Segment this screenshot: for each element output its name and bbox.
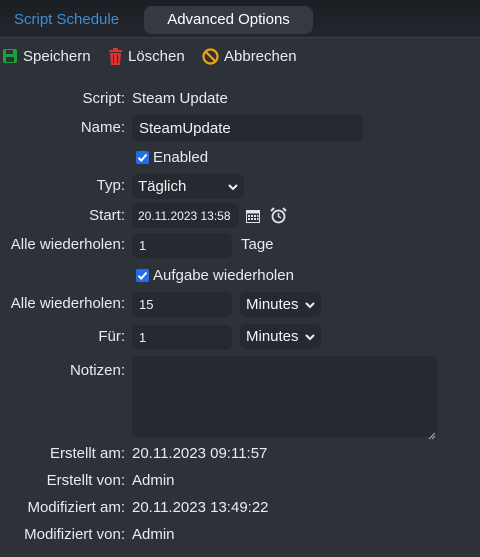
row-repeat-interval: Alle wiederholen: Minutes xyxy=(0,291,480,317)
tab-script-schedule[interactable]: Script Schedule xyxy=(2,6,131,34)
row-script: Script: Steam Update xyxy=(0,86,480,112)
type-label: Typ: xyxy=(96,177,125,194)
row-name: Name: xyxy=(0,115,480,141)
row-created-by: Erstellt von: Admin xyxy=(0,468,480,494)
row-repeat-task: Aufgabe wiederholen xyxy=(0,262,480,288)
cancel-label: Abbrechen xyxy=(224,47,297,65)
repeat-interval-unit-select[interactable]: Minutes xyxy=(240,292,321,317)
row-modified-at: Modifiziert am: 20.11.2023 13:49:22 xyxy=(0,495,480,521)
row-created-at: Erstellt am: 20.11.2023 09:11:57 xyxy=(0,441,480,467)
name-input[interactable] xyxy=(132,115,363,141)
chevron-down-icon xyxy=(305,296,315,313)
created-at-label: Erstellt am: xyxy=(49,445,125,462)
ban-icon xyxy=(202,47,219,65)
repeat-every-label: Alle wiederholen: xyxy=(10,236,125,253)
start-label: Start: xyxy=(89,207,125,224)
row-enabled: Enabled xyxy=(0,144,480,170)
duration-unit-select[interactable]: Minutes xyxy=(240,324,321,349)
row-modified-by: Modifiziert von: Admin xyxy=(0,522,480,548)
delete-button[interactable]: Löschen xyxy=(108,42,185,70)
repeat-every-input[interactable] xyxy=(132,233,232,258)
modified-at-value: 20.11.2023 13:49:22 xyxy=(132,499,269,516)
row-duration: Für: Minutes xyxy=(0,324,480,350)
trash-icon xyxy=(108,47,123,65)
enabled-checkbox[interactable] xyxy=(136,150,149,164)
row-type: Typ: Täglich xyxy=(0,173,480,199)
save-icon xyxy=(2,48,18,64)
delete-label: Löschen xyxy=(128,47,185,65)
save-button[interactable]: Speichern xyxy=(2,42,91,70)
chevron-down-icon xyxy=(228,178,238,195)
calendar-icon[interactable] xyxy=(246,209,260,223)
notes-label: Notizen: xyxy=(69,362,125,379)
row-repeat-every: Alle wiederholen: Tage xyxy=(0,232,480,258)
alarm-clock-icon[interactable] xyxy=(270,207,287,224)
save-label: Speichern xyxy=(23,47,91,65)
tab-bar: Script Schedule Advanced Options xyxy=(0,0,480,38)
tab-advanced-options[interactable]: Advanced Options xyxy=(144,6,313,34)
start-datetime-input[interactable] xyxy=(132,203,239,228)
notes-textarea[interactable] xyxy=(132,356,438,437)
type-select-value: Täglich xyxy=(138,178,187,195)
repeat-interval-input[interactable] xyxy=(132,292,232,317)
script-label: Script: xyxy=(82,90,125,107)
repeat-every-unit: Tage xyxy=(241,236,274,253)
repeat-interval-unit-value: Minutes xyxy=(246,296,299,313)
type-select[interactable]: Täglich xyxy=(132,174,244,199)
duration-input[interactable] xyxy=(132,325,232,350)
cancel-button[interactable]: Abbrechen xyxy=(202,42,297,70)
row-start: Start: xyxy=(0,203,480,229)
repeat-task-toggle[interactable]: Aufgabe wiederholen xyxy=(136,262,294,288)
modified-by-label: Modifiziert von: xyxy=(24,526,125,543)
chevron-down-icon xyxy=(305,328,315,345)
enabled-label: Enabled xyxy=(153,148,209,166)
duration-unit-value: Minutes xyxy=(246,328,299,345)
enabled-toggle[interactable]: Enabled xyxy=(136,144,208,170)
modified-at-label: Modifiziert am: xyxy=(27,499,125,516)
modified-by-value: Admin xyxy=(132,526,175,543)
repeat-interval-label: Alle wiederholen: xyxy=(10,295,125,312)
repeat-task-label: Aufgabe wiederholen xyxy=(153,266,294,284)
name-label: Name: xyxy=(80,119,125,136)
created-by-label: Erstellt von: xyxy=(46,472,125,489)
repeat-task-checkbox[interactable] xyxy=(136,268,149,282)
toolbar: Speichern Löschen Abbrechen xyxy=(0,42,480,70)
script-value: Steam Update xyxy=(132,90,228,107)
created-at-value: 20.11.2023 09:11:57 xyxy=(132,445,268,462)
created-by-value: Admin xyxy=(132,472,175,489)
duration-label: Für: xyxy=(98,328,125,345)
